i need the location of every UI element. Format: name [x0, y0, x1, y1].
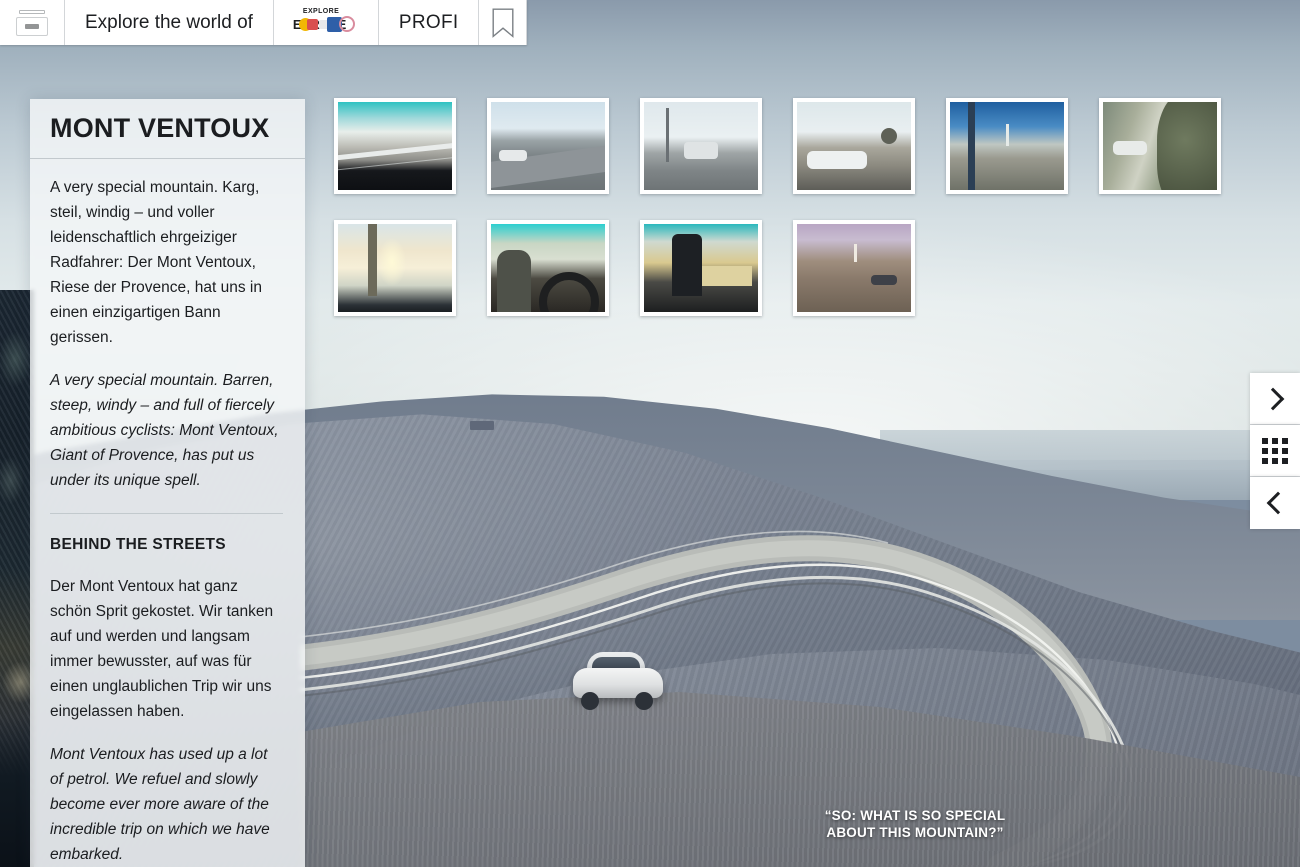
article-text-panel: MONT VENTOUX A very special mountain. Ka…	[30, 99, 305, 867]
intro-paragraph-en: A very special mountain. Barren, steep, …	[50, 372, 279, 489]
profi-tab[interactable]: PROFI	[378, 0, 480, 45]
thumb-sun-through-trees-image	[338, 224, 452, 312]
archive-button[interactable]	[0, 0, 65, 45]
thumb-summit-tower-image	[950, 102, 1064, 190]
slide-navigation-controls	[1250, 373, 1300, 529]
chevron-right-icon	[1261, 387, 1284, 410]
thumb-car-rear-summit-image	[644, 102, 758, 190]
bookmark-icon	[492, 8, 514, 38]
gallery-row	[334, 220, 1252, 316]
page-title: MONT VENTOUX	[50, 113, 270, 143]
grid-view-button[interactable]	[1250, 425, 1300, 477]
section-paragraph-de: Der Mont Ventoux hat ganz schön Sprit ge…	[50, 578, 274, 720]
thumb-purple-mound-image	[797, 224, 911, 312]
logo-blob-pink-ring	[338, 15, 355, 32]
section-heading: BEHIND THE STREETS	[50, 536, 226, 553]
explore-europe-logo-button[interactable]: EXPLORE EUROPE	[273, 0, 379, 45]
thumb-car-climbing[interactable]	[793, 98, 915, 194]
thumb-sun-through-trees[interactable]	[334, 220, 456, 316]
hero-quote: “SO: WHAT IS SO SPECIAL ABOUT THIS MOUNT…	[820, 807, 1010, 841]
hero-quote-line1: “SO: WHAT IS SO SPECIAL	[824, 808, 1006, 823]
thumb-purple-mound[interactable]	[793, 220, 915, 316]
thumb-summit-tower[interactable]	[946, 98, 1068, 194]
explore-europe-logo: EXPLORE EUROPE	[293, 8, 359, 38]
thumb-gas-station-image	[644, 224, 758, 312]
panel-header: MONT VENTOUX	[30, 99, 305, 159]
thumb-car-bushes-image	[1103, 102, 1217, 190]
thumb-mountain-road[interactable]	[487, 98, 609, 194]
thumb-mountain-road-image	[491, 102, 605, 190]
bottom-left-shrub	[0, 717, 30, 867]
thumb-car-rear-summit[interactable]	[640, 98, 762, 194]
hero-quote-line2: ABOUT THIS MOUNTAIN?”	[826, 825, 1004, 840]
next-slide-button[interactable]	[1250, 373, 1300, 425]
section-paragraph-en: Mont Ventoux has used up a lot of petrol…	[50, 746, 270, 863]
thumbnail-gallery	[334, 98, 1252, 316]
top-navigation-bar: Explore the world of EXPLORE EUROPE PROF…	[0, 0, 528, 45]
thumb-driver-wheel[interactable]	[487, 220, 609, 316]
bookmark-button[interactable]	[479, 0, 528, 45]
thumb-car-bushes[interactable]	[1099, 98, 1221, 194]
thumb-gas-station[interactable]	[640, 220, 762, 316]
grid-view-icon	[1262, 437, 1288, 464]
page-root: Explore the world of EXPLORE EUROPE PROF…	[0, 0, 1300, 867]
logo-top-text: EXPLORE	[302, 7, 340, 15]
previous-slide-button[interactable]	[1250, 477, 1300, 529]
thumb-car-climbing-image	[797, 102, 911, 190]
section-divider	[50, 513, 283, 514]
summit-building	[470, 421, 494, 430]
gallery-row	[334, 98, 1252, 194]
intro-paragraph-de: A very special mountain. Karg, steil, wi…	[50, 179, 262, 346]
thumb-driver-wheel-image	[491, 224, 605, 312]
header-title: Explore the world of	[65, 0, 274, 45]
white-sports-car	[573, 650, 663, 710]
chevron-left-icon	[1266, 491, 1289, 515]
panel-body: A very special mountain. Karg, steil, wi…	[30, 159, 305, 867]
thumb-dashboard-view[interactable]	[334, 98, 456, 194]
archive-box-icon	[16, 9, 48, 36]
logo-blob-red	[306, 18, 318, 30]
thumb-dashboard-view-image	[338, 102, 452, 190]
